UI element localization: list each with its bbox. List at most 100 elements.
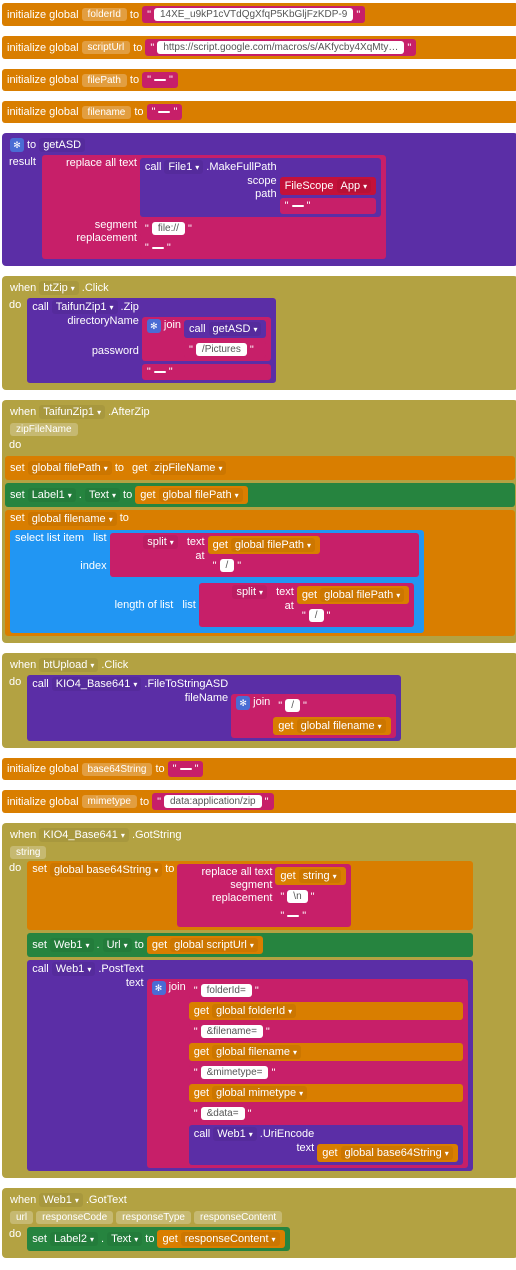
proc-getASD[interactable]: ✻ to getASD result replace all text segm… [2, 133, 516, 266]
text-block[interactable]: " " [142, 72, 178, 88]
get-responsecontent[interactable]: get responseContent [157, 1230, 284, 1248]
slash-value[interactable]: / [285, 699, 300, 712]
init-global-mimetype[interactable]: initialize global mimetype to " data:app… [2, 790, 516, 813]
var[interactable]: responseContent [181, 1232, 280, 1246]
replace-text[interactable]: replace all text segment replacement get… [177, 864, 350, 927]
var[interactable]: global filename [297, 719, 386, 733]
select-list-item[interactable]: select list item list index split text a… [10, 530, 424, 633]
call-filetostringasd[interactable]: call KIO4_Base641 .FileToStringASD fileN… [27, 675, 400, 741]
replace-all-text[interactable]: replace all text segment replacement cal… [42, 155, 386, 259]
and-filename[interactable]: " &filename= " [189, 1023, 463, 1040]
var[interactable]: string [299, 869, 341, 883]
join-block[interactable]: ✻ join " / " get global filename [231, 694, 395, 738]
when-btzip-click[interactable]: when btZip .Click do call TaifunZip1 .Zi… [2, 276, 516, 390]
text-block[interactable]: " 14XE_u9kP1cVTdQgXfqP5KbGljFzKDP-9 " [142, 6, 365, 23]
init-global-folderId[interactable]: initialize global folderId to " 14XE_u9k… [2, 3, 516, 26]
slash-value2[interactable]: / [309, 609, 324, 622]
var[interactable]: global filePath [159, 488, 243, 502]
var[interactable]: global filePath [231, 538, 315, 552]
when-btupload[interactable]: when btUpload .Click do call KIO4_Base64… [2, 653, 516, 748]
text-block[interactable]: " " [147, 104, 183, 120]
btzip-comp[interactable]: btZip [39, 281, 78, 295]
call-uriencode[interactable]: call Web1 .UriEncode text get global bas… [189, 1125, 463, 1165]
value[interactable] [158, 111, 170, 113]
split-label[interactable]: split [232, 585, 267, 599]
slash-text[interactable]: " / " [273, 697, 390, 714]
password-value[interactable] [154, 371, 166, 373]
when-gottext[interactable]: when Web1 .GotText url responseCode resp… [2, 1188, 516, 1258]
app-val[interactable]: App [337, 179, 372, 193]
t4[interactable]: &data= [201, 1107, 245, 1120]
var[interactable]: global base64String [50, 863, 162, 877]
var[interactable]: zipFileName [150, 461, 226, 475]
t3[interactable]: &mimetype= [201, 1066, 269, 1079]
and-data[interactable]: " &data= " [189, 1105, 463, 1122]
init-global-filePath[interactable]: initialize global filePath to " " [2, 69, 516, 91]
split-label[interactable]: split [143, 535, 178, 549]
get-string[interactable]: get string [275, 867, 345, 885]
web1-comp[interactable]: Web1 [39, 1193, 83, 1207]
folderid-eq[interactable]: " folderId= " [189, 982, 463, 999]
segment-value[interactable]: file:// [152, 222, 185, 235]
slash-text[interactable]: " / " [208, 557, 320, 574]
split-block2[interactable]: split text at get global filePath " / " [199, 583, 414, 627]
slash-text2[interactable]: " / " [297, 607, 409, 624]
web1-comp[interactable]: Web1 [52, 962, 96, 976]
pictures-value[interactable]: /Pictures [196, 343, 247, 356]
get-zipfilename[interactable]: get zipFileName [127, 459, 231, 477]
init-global-scriptUrl[interactable]: initialize global scriptUrl to " https:/… [2, 36, 516, 59]
path-value[interactable] [292, 205, 304, 207]
value[interactable] [180, 768, 192, 770]
get-filepath2[interactable]: get global filePath [297, 586, 409, 604]
segment-fileproto[interactable]: " file:// " [140, 220, 381, 237]
when-gotstring[interactable]: when KIO4_Base641 .GotString string do s… [2, 823, 516, 1178]
label2-comp[interactable]: Label2 [50, 1232, 98, 1246]
value[interactable] [154, 79, 166, 81]
empty-value[interactable] [287, 915, 299, 917]
length-of-list[interactable]: length of list list split text at get [110, 580, 420, 630]
var[interactable]: global filename [28, 512, 117, 526]
get-folderid[interactable]: get global folderId [189, 1002, 463, 1020]
text-prop[interactable]: Text [85, 488, 120, 502]
text-block[interactable]: " https://script.google.com/macros/s/AKf… [145, 39, 416, 56]
join-big[interactable]: ✻ join " folderId= " get global folderId… [147, 979, 468, 1168]
set-label2-text[interactable]: set Label2. Text to get responseContent [27, 1227, 289, 1251]
kio4-comp[interactable]: KIO4_Base641 [52, 677, 142, 691]
call-taifunzip[interactable]: call TaifunZip1 .Zip directoryName passw… [27, 298, 276, 383]
text-prop[interactable]: Text [107, 1232, 142, 1246]
init-global-base64[interactable]: initialize global base64String to " " [2, 758, 516, 780]
filescope-app[interactable]: FileScope App [280, 177, 377, 195]
call-getasd[interactable]: call getASD [184, 320, 266, 338]
get-scripturl[interactable]: get global scriptUrl [147, 936, 263, 954]
nl-text[interactable]: " \n " [275, 888, 345, 905]
gear-icon[interactable]: ✻ [147, 319, 161, 333]
replacement-empty[interactable]: " " [140, 240, 381, 256]
call-posttext[interactable]: call Web1 .PostText text ✻ join " folder… [27, 960, 473, 1171]
get-filename[interactable]: get global filename [189, 1043, 463, 1061]
label1-comp[interactable]: Label1 [28, 488, 76, 502]
replacement-value[interactable] [152, 247, 164, 249]
empty-text[interactable]: " " [275, 908, 345, 924]
text-block[interactable]: " " [168, 761, 204, 777]
value[interactable]: https://script.google.com/macros/s/AKfyc… [157, 41, 404, 54]
pictures-text[interactable]: " /Pictures " [184, 341, 266, 358]
set-base64[interactable]: set global base64String to replace all t… [27, 861, 473, 930]
value[interactable]: data:application/zip [164, 795, 262, 808]
gear-icon[interactable]: ✻ [10, 138, 24, 152]
get-base64[interactable]: get global base64String [317, 1144, 458, 1162]
get-filepath[interactable]: get global filePath [135, 486, 247, 504]
password-text[interactable]: " " [142, 364, 272, 380]
var[interactable]: global filePath [320, 588, 404, 602]
web1-comp[interactable]: Web1 [50, 938, 94, 952]
join-block[interactable]: ✻ join call getASD " /Pictures " [142, 317, 272, 361]
var[interactable]: global scriptUrl [170, 938, 258, 952]
split-block[interactable]: split text at get global filePath " / " [110, 533, 420, 577]
and-mimetype[interactable]: " &mimetype= " [189, 1064, 463, 1081]
url-prop[interactable]: Url [103, 938, 132, 952]
var[interactable]: global mimetype [212, 1086, 307, 1100]
taifun-comp[interactable]: TaifunZip1 [52, 300, 118, 314]
set-web1-url[interactable]: set Web1. Url to get global scriptUrl [27, 933, 473, 957]
call-makefullpath[interactable]: call File1 .MakeFullPath scope path File… [140, 158, 381, 217]
nl-value[interactable]: \n [287, 890, 307, 903]
get-filename[interactable]: get global filename [273, 717, 390, 735]
